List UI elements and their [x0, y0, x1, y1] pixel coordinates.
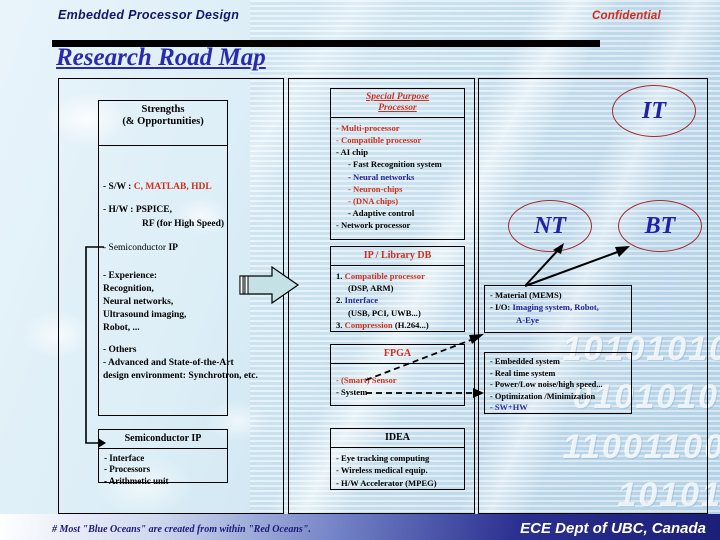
spp-item-8: - Network processor — [336, 220, 411, 231]
strengths-exp-l1: Recognition, — [103, 284, 154, 295]
spp-item-5: - Neuron-chips — [348, 183, 403, 194]
strengths-item-rf: RF (for High Speed) — [142, 219, 224, 229]
footer-note: # Most "Blue Oceans" are created from wi… — [52, 524, 311, 535]
ipdb-num-0: 1. — [336, 270, 343, 281]
ip-library-db-box: IP / Library DB 1. Compatible processor … — [330, 246, 465, 332]
systems-item-1: - Real time system — [490, 368, 556, 378]
strengths-exp-head: - Experience: — [103, 271, 158, 281]
semiconductor-ip-item-1: - Processors — [104, 464, 151, 475]
systems-item-0: - Embedded system — [490, 357, 560, 366]
systems-box: - Embedded system - Real time system - P… — [484, 352, 632, 414]
strengths-title-line2: (& Opportunities) — [122, 116, 204, 128]
strengths-sw-value: C, MATLAB, HDL — [133, 182, 212, 192]
semiconductor-ip-item-2: - Arithmetic unit — [104, 475, 169, 486]
connector-fpga-to-material-box — [365, 334, 484, 381]
spp-item-1: - Compatible processor — [336, 135, 422, 146]
material-item-0: - Material (MEMS) — [490, 290, 562, 300]
material-item-2-value: A-Eye — [516, 314, 539, 325]
ellipse-it: IT — [612, 85, 696, 137]
systems-item-2: - Power/Low noise/high speed... — [490, 380, 603, 390]
ellipse-bt-label: BT — [644, 212, 676, 239]
strengths-hw-prefix: - H/W : — [103, 205, 136, 215]
strengths-others-head: - Others — [103, 345, 137, 355]
strengths-rf-value: RF (for High Speed) — [142, 219, 225, 229]
connector-material-to-bt — [524, 246, 630, 287]
ipdb-num-1: 2. — [336, 295, 343, 306]
strengths-title-line1: Strengths — [141, 104, 185, 115]
strengths-item-semi: - Semiconductor IP — [103, 243, 178, 253]
idea-item-2: - H/W Accelerator (MPEG) — [336, 478, 437, 489]
confidential-label: Confidential — [592, 10, 661, 22]
idea-item-0: - Eye tracking computing — [336, 452, 430, 463]
material-io-box: - Material (MEMS) - I/O: Imaging system,… — [484, 285, 632, 333]
ellipse-it-label: IT — [642, 97, 666, 124]
special-purpose-title-line2: Processor — [378, 102, 417, 113]
ellipse-nt-label: NT — [534, 212, 566, 239]
strengths-item-hw: - H/W : PSPICE, — [103, 205, 172, 215]
strengths-item-sw: - S/W : C, MATLAB, HDL — [103, 182, 212, 192]
systems-item-4: - SW+HW — [490, 403, 528, 413]
strengths-semi-prefix: - Semiconductor — [103, 243, 169, 253]
special-purpose-title-line1: Special Purpose — [365, 92, 430, 102]
ipdb-text-1: Interface — [344, 295, 379, 306]
strengths-others-l2: design environment: Synchrotron, etc. — [103, 371, 258, 382]
spp-item-6: - (DNA chips) — [348, 196, 399, 207]
special-purpose-processor-box: Special Purpose Processor - Multi-proces… — [330, 88, 465, 240]
spp-item-4: - Neural networks — [348, 171, 415, 182]
semiconductor-ip-box: Semiconductor IP - Interface - Processor… — [98, 429, 228, 486]
idea-box: IDEA - Eye tracking computing - Wireless… — [330, 428, 465, 490]
spp-item-3: - Fast Recognition system — [348, 159, 442, 170]
spp-item-0: - Multi-processor — [336, 122, 400, 133]
spp-item-2: - AI chip — [336, 147, 368, 158]
spp-item-7: - Adaptive control — [348, 208, 415, 219]
ipdb-text-2: Compression — [344, 320, 393, 331]
ip-library-db-title: IP / Library DB — [331, 247, 464, 266]
ipdb-sub-2: (H.264...) — [394, 320, 429, 331]
strengths-item-experience: - Experience: Recognition, Neural networ… — [103, 270, 186, 336]
strengths-hw-value: PSPICE, — [135, 205, 172, 215]
strengths-sw-prefix: - S/W : — [103, 182, 134, 192]
semiconductor-ip-title: Semiconductor IP — [99, 430, 227, 449]
strengths-exp-l2: Neural networks, — [103, 297, 174, 308]
ipdb-sub-0: (DSP, ARM) — [348, 282, 394, 293]
strengths-others-l1: - Advanced and State-of-the-Art — [103, 358, 234, 369]
strengths-exp-l3: Ultrasound imaging, — [103, 310, 187, 321]
page-title: Research Road Map — [56, 44, 266, 71]
connector-fpga-to-systems-box — [366, 388, 484, 398]
ipdb-num-2: 3. — [336, 320, 343, 331]
idea-title: IDEA — [331, 429, 464, 448]
semiconductor-ip-item-0: - Interface — [104, 452, 145, 463]
strengths-exp-l4: Robot, ... — [103, 323, 140, 334]
header-left-title: Embedded Processor Design — [58, 8, 240, 22]
strengths-item-others: - Others - Advanced and State-of-the-Art… — [103, 344, 258, 383]
material-item-1-label: - I/O: — [490, 302, 513, 313]
footer-department: ECE Dept of UBC, Canada — [520, 520, 706, 537]
strengths-box: Strengths (& Opportunities) — [98, 100, 228, 146]
strengths-semi-value: IP — [168, 243, 178, 253]
material-item-1-value: Imaging system, Robot, — [512, 302, 599, 313]
ipdb-sub-1: (USB, PCI, UWB...) — [348, 307, 421, 318]
systems-item-3: - Optimization /Minimization — [490, 391, 596, 401]
idea-item-1: - Wireless medical equip. — [336, 465, 428, 476]
ipdb-text-0: Compatible processor — [344, 270, 425, 281]
flow-arrow-left-to-middle — [239, 265, 300, 305]
